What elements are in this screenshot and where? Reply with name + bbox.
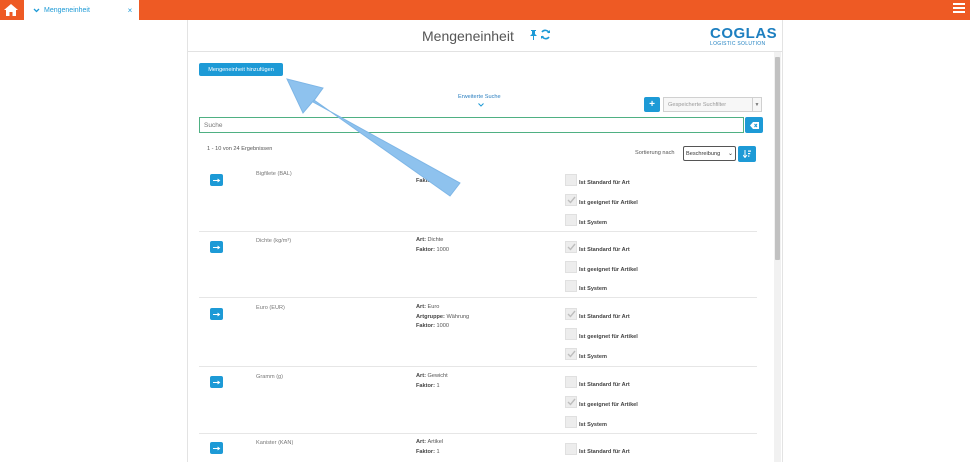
checkbox[interactable]: [565, 241, 577, 253]
home-icon: [4, 4, 18, 16]
chevron-down-icon[interactable]: [478, 103, 484, 107]
top-bar: Mengeneinheit ×: [0, 0, 970, 20]
flag-suitable: Ist geeignet für Artikel: [565, 328, 765, 342]
row-details: Faktor: 1: [416, 178, 440, 184]
sort-direction-button[interactable]: [738, 146, 756, 162]
flag-system: Ist System: [565, 416, 765, 430]
company-logo: COGLAS LOGISTIC SOLUTION: [710, 25, 778, 47]
checkbox[interactable]: [565, 443, 577, 455]
row-name: Kanister (KAN): [256, 440, 294, 446]
row-details: Art: Dichte Faktor: 1000: [416, 237, 449, 253]
checkmark-icon: [567, 398, 576, 406]
checkbox[interactable]: [565, 376, 577, 388]
sort-label: Sortierung nach: [635, 150, 675, 156]
open-row-button[interactable]: [210, 174, 223, 186]
tab-label: Mengeneinheit: [44, 6, 90, 14]
row-name: Gramm (g): [256, 374, 284, 380]
checkbox[interactable]: [565, 214, 577, 226]
open-row-button[interactable]: [210, 241, 223, 253]
checkbox[interactable]: [565, 280, 577, 292]
tab-close-icon[interactable]: ×: [124, 6, 136, 15]
home-button[interactable]: [0, 0, 22, 20]
row-details: Art: Gewicht Faktor: 1: [416, 373, 448, 389]
flag-suitable: Ist geeignet für Artikel: [565, 261, 765, 275]
chevron-down-icon: ⌄: [727, 151, 733, 157]
row-details: Art: Artikel Faktor: 1: [416, 439, 444, 455]
row-details: Art: Euro Artgruppe: Währung Faktor: 100…: [416, 304, 470, 329]
list-item: Gramm (g) Art: Gewicht Faktor: 1 Ist Sta…: [199, 367, 757, 434]
extended-search-link[interactable]: Erweiterte Suche: [458, 94, 501, 100]
row-name: Dichte (kg/m³): [256, 238, 292, 244]
list-item: Bigfilete (BAL) Faktor: 1 Ist Standard f…: [199, 163, 757, 232]
checkmark-icon: [567, 196, 576, 204]
hamburger-menu-icon[interactable]: [953, 3, 965, 15]
checkbox[interactable]: [565, 174, 577, 186]
open-row-button[interactable]: [210, 376, 223, 388]
list-item: Kanister (KAN) Art: Artikel Faktor: 1 Is…: [199, 434, 757, 462]
pin-icon[interactable]: [529, 30, 538, 40]
dropdown-arrow-icon: ▼: [752, 98, 761, 111]
arrow-right-icon: [212, 312, 220, 316]
list-item: Dichte (kg/m³) Art: Dichte Faktor: 1000 …: [199, 232, 757, 298]
sort-select[interactable]: Beschreibung ⌄: [683, 146, 736, 161]
page-header: Mengeneinheit COGLAS LOGISTIC SOLUTION: [188, 20, 782, 52]
checkbox[interactable]: [565, 416, 577, 428]
saved-filter-select[interactable]: Gespeicherte Suchfilter ▼: [663, 97, 762, 112]
checkbox[interactable]: [565, 348, 577, 360]
eraser-icon: [749, 121, 759, 129]
flag-system: Ist System: [565, 214, 765, 228]
arrow-right-icon: [212, 446, 220, 450]
open-row-button[interactable]: [210, 308, 223, 320]
flag-standard: Ist Standard für Art: [565, 308, 765, 322]
checkbox[interactable]: [565, 194, 577, 206]
main-panel: Mengeneinheit COGLAS LOGISTIC SOLUTION M…: [187, 20, 783, 462]
checkmark-icon: [567, 310, 576, 318]
row-name: Euro (EUR): [256, 305, 285, 311]
sort-direction-icon: [742, 150, 751, 158]
arrow-right-icon: [212, 380, 220, 384]
flag-suitable: Ist geeignet für Artikel: [565, 396, 765, 410]
scrollbar-thumb[interactable]: [775, 57, 780, 260]
page-title: Mengeneinheit: [422, 28, 514, 44]
tab-mengeneinheit[interactable]: Mengeneinheit ×: [24, 0, 139, 20]
list-item: Euro (EUR) Art: Euro Artgruppe: Währung …: [199, 298, 757, 367]
flag-standard: Ist Standard für Art: [565, 376, 765, 390]
open-row-button[interactable]: [210, 442, 223, 454]
saved-filter-placeholder: Gespeicherte Suchfilter: [668, 101, 727, 108]
checkmark-icon: [567, 350, 576, 358]
flag-standard: Ist Standard für Art: [565, 174, 765, 188]
checkbox[interactable]: [565, 328, 577, 340]
add-filter-button[interactable]: +: [644, 97, 660, 112]
arrow-right-icon: [212, 245, 220, 249]
add-mengeneinheit-button[interactable]: Mengeneinheit hinzufügen: [199, 63, 283, 76]
chevron-down-icon: [33, 8, 40, 12]
flag-standard: Ist Standard für Art: [565, 241, 765, 255]
row-name: Bigfilete (BAL): [256, 171, 292, 177]
checkbox[interactable]: [565, 308, 577, 320]
arrow-right-icon: [212, 178, 220, 182]
checkbox[interactable]: [565, 261, 577, 273]
flag-system: Ist System: [565, 348, 765, 362]
clear-search-button[interactable]: [745, 117, 763, 133]
search-input[interactable]: [199, 117, 744, 133]
refresh-icon[interactable]: [540, 29, 551, 40]
checkmark-icon: [567, 243, 576, 251]
flag-suitable: Ist geeignet für Artikel: [565, 194, 765, 208]
sort-value: Beschreibung: [686, 150, 721, 157]
checkbox[interactable]: [565, 396, 577, 408]
flag-system: Ist System: [565, 280, 765, 294]
flag-standard: Ist Standard für Art: [565, 443, 765, 457]
result-count: 1 - 10 von 24 Ergebnissen: [207, 146, 273, 152]
